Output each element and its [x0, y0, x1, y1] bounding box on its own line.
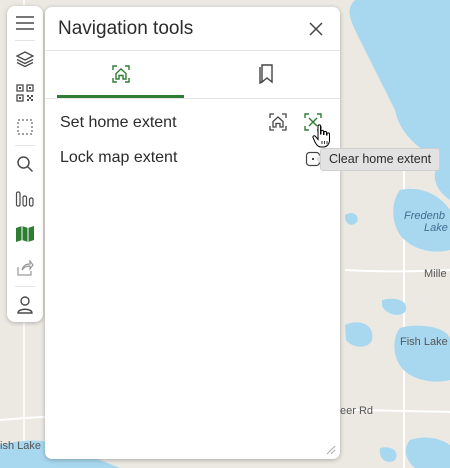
- user-icon: [17, 296, 33, 314]
- navigation-tools-button[interactable]: [7, 217, 43, 251]
- lock-map-extent-label: Lock map extent: [60, 149, 178, 166]
- menu-button[interactable]: [7, 6, 43, 40]
- qr-code-button[interactable]: [7, 76, 43, 110]
- legend-button[interactable]: [7, 182, 43, 216]
- layers-icon: [16, 51, 34, 68]
- set-home-extent-button[interactable]: [267, 111, 289, 133]
- set-home-extent-label: Set home extent: [60, 114, 177, 131]
- map-icon: [16, 226, 34, 242]
- layers-button[interactable]: [7, 42, 43, 76]
- map-label-fredenb: Fredenb: [404, 210, 445, 222]
- navigation-tools-panel: Navigation tools Set home extent Lock ma…: [45, 7, 340, 459]
- map-label-road: eer Rd: [340, 405, 374, 417]
- select-area-button[interactable]: [7, 110, 43, 144]
- legend-icon: [15, 191, 34, 207]
- tab-home[interactable]: [47, 51, 194, 97]
- map-label-lake: Lake: [424, 222, 448, 234]
- left-toolbar: [7, 6, 43, 322]
- panel-title: Navigation tools: [58, 18, 194, 39]
- resize-handle-icon[interactable]: [324, 443, 336, 455]
- home-icon: [269, 113, 287, 131]
- tab-bookmarks[interactable]: [192, 51, 339, 97]
- menu-icon: [16, 16, 34, 30]
- tabs-divider: [45, 98, 340, 99]
- map-label-fish-lake-west: ish Lake: [0, 440, 41, 452]
- map-label-mille: Mille: [424, 268, 447, 280]
- close-icon: [309, 22, 323, 36]
- search-icon: [17, 156, 34, 173]
- map-label-fish-lake: Fish Lake: [400, 336, 448, 348]
- home-icon: [111, 65, 130, 83]
- tooltip: Clear home extent: [320, 148, 441, 171]
- close-button[interactable]: [306, 19, 326, 39]
- share-icon: [17, 259, 34, 276]
- qr-code-icon: [16, 84, 34, 102]
- hand-cursor-icon: [312, 124, 330, 148]
- bookmark-icon: [258, 64, 273, 84]
- search-button[interactable]: [7, 147, 43, 181]
- user-button[interactable]: [7, 288, 43, 322]
- select-area-icon: [17, 119, 33, 135]
- share-button[interactable]: [7, 251, 43, 285]
